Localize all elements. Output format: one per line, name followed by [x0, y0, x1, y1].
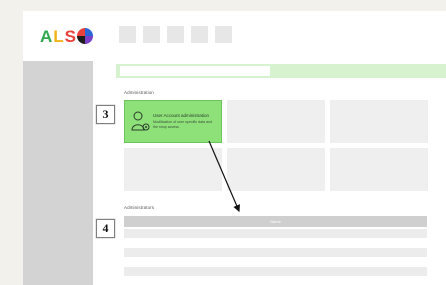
- top-nav-item-5[interactable]: [215, 26, 232, 43]
- top-nav-item-4[interactable]: [191, 26, 208, 43]
- table-row[interactable]: [124, 229, 427, 238]
- logo-letter-s: S: [64, 26, 77, 46]
- tile-6[interactable]: [330, 148, 428, 191]
- logo-letter-o-mark: [77, 28, 94, 44]
- top-nav-item-3[interactable]: [167, 26, 184, 43]
- table-header-name: Name: [270, 219, 281, 224]
- table-row[interactable]: [124, 248, 427, 257]
- search-banner: [116, 64, 446, 78]
- tile-2[interactable]: [227, 100, 325, 143]
- tile-user-account-administration[interactable]: User Account administration Modification…: [124, 100, 222, 143]
- callout-step-3: 3: [96, 105, 115, 124]
- also-logo[interactable]: A L S: [40, 25, 94, 47]
- tile-5[interactable]: [227, 148, 325, 191]
- logo-letter-l: L: [53, 26, 64, 46]
- callout-step-4: 4: [96, 219, 115, 238]
- user-gear-icon: [131, 111, 150, 131]
- administrators-heading: Administrators: [124, 205, 155, 210]
- tile-title: User Account administration: [153, 113, 210, 118]
- top-nav-placeholders: [119, 26, 232, 43]
- sidebar: [23, 61, 93, 285]
- search-input[interactable]: [120, 66, 270, 76]
- tile-3[interactable]: [330, 100, 428, 143]
- administration-heading: Administration: [124, 90, 154, 95]
- table-row[interactable]: [124, 267, 427, 276]
- tile-4[interactable]: [124, 148, 222, 191]
- tile-description: Modification of user specific data and t…: [153, 120, 213, 129]
- top-nav-item-1[interactable]: [119, 26, 136, 43]
- logo-letter-a: A: [40, 26, 53, 46]
- top-nav-item-2[interactable]: [143, 26, 160, 43]
- table-header: Name: [124, 216, 427, 227]
